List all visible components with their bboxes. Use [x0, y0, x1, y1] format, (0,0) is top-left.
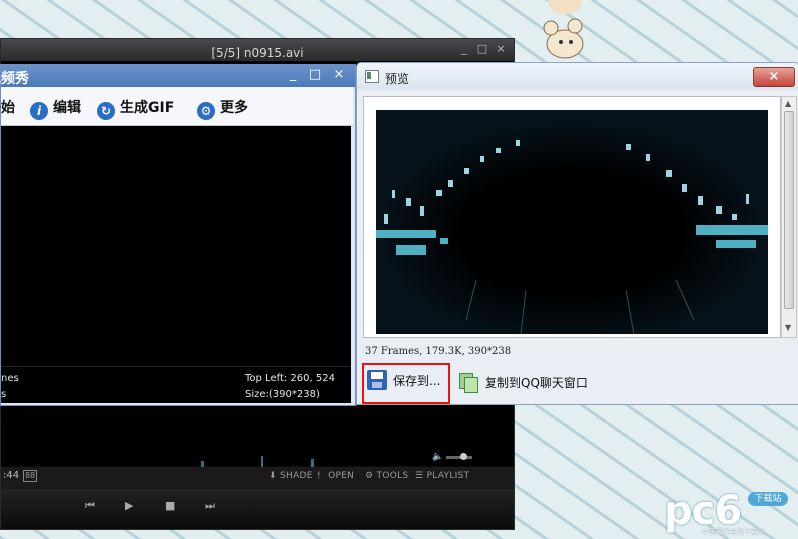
copy-icon — [459, 373, 478, 393]
video-show-status: nes s Top Left: 260, 524 Size:(390*238) — [1, 366, 351, 403]
video-show-titlebar[interactable]: 视频秀 _ □ × — [0, 65, 355, 87]
size-text: Size:(390*238) — [245, 389, 320, 400]
preview-info-text: 37 Frames, 179.3K, 390*238 — [365, 346, 512, 357]
video-show-toolbar: 开始 i编辑 ↻生成GIF ⚙更多 — [0, 87, 353, 126]
preview-panel — [363, 96, 781, 338]
watermark-badge: 下载站 — [748, 492, 788, 506]
player-titlebar[interactable]: [5/5] n0915.avi _ □ × — [1, 39, 514, 61]
preview-window-icon — [365, 70, 379, 83]
preview-dialog: 预览 × ▲ ▼ 37 Frames, 179.3K, 390*238 保存到.… — [356, 62, 798, 405]
edit-button[interactable]: i 编辑 — [30, 97, 81, 120]
stop-icon[interactable]: ■ — [165, 499, 175, 512]
start-button[interactable]: 开始 — [0, 97, 15, 117]
playlist-button[interactable]: ☰ PLAYLIST — [415, 471, 469, 481]
refresh-icon: ↻ — [97, 102, 115, 120]
close-icon[interactable]: × — [494, 42, 508, 56]
tunnel-image — [376, 110, 768, 334]
cartoon-mouse-icon — [543, 18, 584, 59]
video-show-capture-area[interactable] — [1, 126, 351, 366]
maximize-icon[interactable]: □ — [307, 67, 323, 83]
info-icon: i — [30, 102, 48, 120]
volume-icon[interactable]: 🔈 — [432, 452, 443, 462]
scroll-down-icon[interactable]: ▼ — [785, 323, 791, 332]
copy-to-qq-label: 复制到QQ聊天窗口 — [485, 375, 588, 390]
player-controls: ⏮ ▶ ■ ⏭ — [1, 489, 514, 529]
player-info-bar: :44 88 ⬇ SHADE ! OPEN ⚙ TOOLS ☰ PLAYLIST — [1, 467, 514, 489]
shade-button[interactable]: ⬇ SHADE — [269, 471, 313, 481]
watermark-slogan: 中国最安全的下载站 — [702, 528, 765, 536]
preview-scrollbar[interactable]: ▲ ▼ — [781, 96, 797, 338]
volume-knob[interactable] — [460, 453, 467, 460]
top-left-text: Top Left: 260, 524 — [245, 373, 335, 384]
copy-to-qq-button[interactable]: 复制到QQ聊天窗口 — [459, 371, 588, 393]
gear-icon: ⚙ — [197, 102, 215, 120]
more-button[interactable]: ⚙ 更多 — [197, 97, 248, 120]
next-icon[interactable]: ⏭ — [205, 499, 215, 513]
video-show-window: 视频秀 _ □ × 开始 i编辑 ↻生成GIF ⚙更多 nes s Top Le… — [0, 64, 356, 406]
preview-gif-image — [376, 110, 768, 334]
save-to-button[interactable]: 保存到... — [367, 369, 440, 391]
close-button[interactable]: × — [753, 67, 795, 87]
close-icon[interactable]: × — [331, 67, 347, 83]
seconds-text: s — [1, 389, 7, 400]
play-icon[interactable]: ▶ — [125, 499, 133, 512]
tools-button[interactable]: ⚙ TOOLS — [365, 471, 408, 481]
minimize-icon[interactable]: _ — [457, 42, 471, 56]
player-title: [5/5] n0915.avi — [211, 46, 304, 60]
floppy-disk-icon — [367, 370, 387, 390]
scroll-up-icon[interactable]: ▲ — [785, 99, 791, 108]
preview-titlebar[interactable]: 预览 × — [357, 63, 798, 90]
maximize-icon[interactable]: □ — [475, 42, 489, 56]
save-to-label: 保存到... — [393, 373, 441, 388]
player-time: :44 — [3, 470, 20, 481]
minimize-icon[interactable]: _ — [285, 67, 301, 83]
previous-icon[interactable]: ⏮ — [85, 499, 95, 513]
scroll-thumb[interactable] — [784, 111, 794, 309]
open-button[interactable]: ! OPEN — [317, 471, 354, 481]
video-show-title: 视频秀 — [0, 71, 29, 87]
make-gif-button[interactable]: ↻ 生成GIF — [97, 97, 174, 120]
preview-title: 预览 — [385, 72, 410, 86]
player-badge: 88 — [23, 470, 38, 482]
volume-slider[interactable] — [446, 456, 472, 459]
frames-text: nes — [1, 373, 19, 384]
